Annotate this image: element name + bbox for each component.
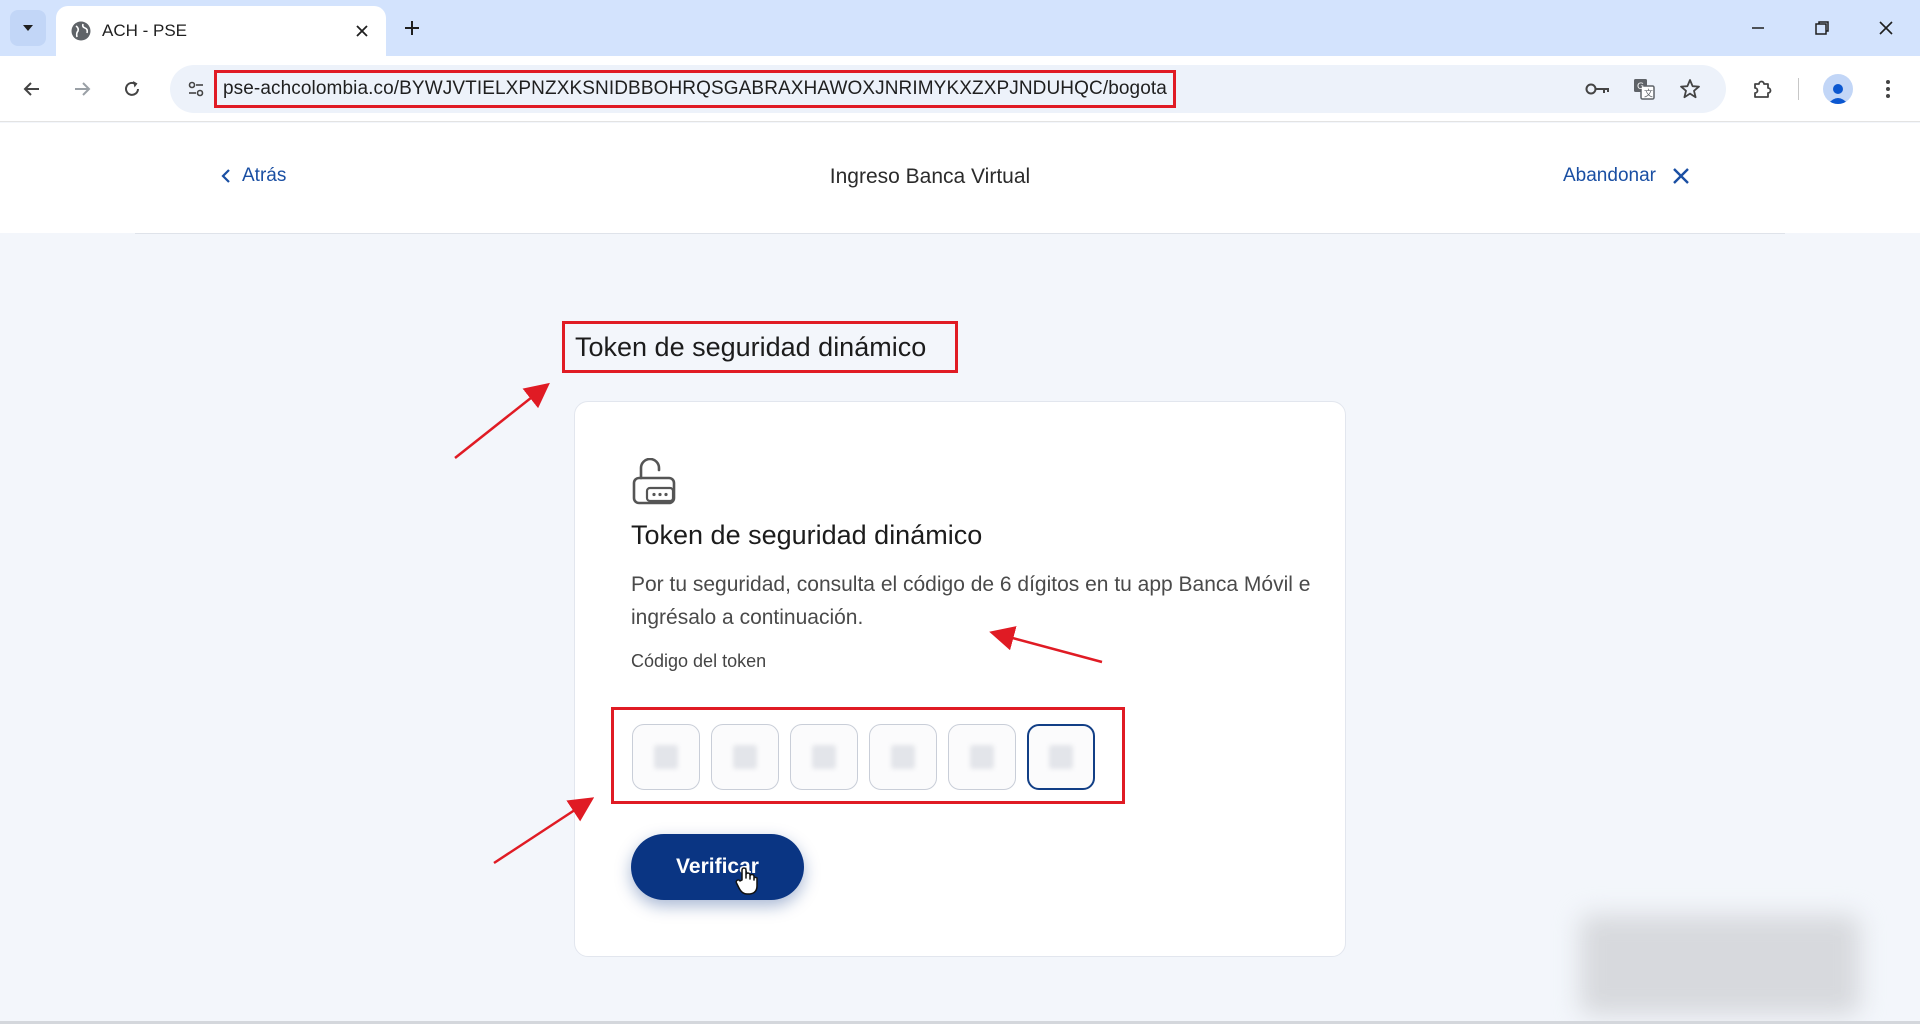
puzzle-icon [1754,80,1772,98]
chevron-down-icon [23,25,33,31]
browser-tab[interactable]: ACH - PSE [56,6,386,56]
reload-button[interactable] [112,69,152,109]
token-digit-6[interactable] [1027,724,1095,790]
tab-strip: ACH - PSE [0,0,1920,56]
browser-toolbar: pse-achcolombia.co/BYWJVTIELXPNZXKSNIDBB… [0,56,1920,122]
hand-cursor-icon [735,867,758,895]
section-title: Token de seguridad dinámico [575,331,927,362]
annotation-arrow-title [454,382,550,459]
plus-icon [405,21,419,35]
browser-menu-button[interactable] [1868,69,1908,109]
token-digit-4[interactable] [869,724,937,790]
tab-close-button[interactable] [348,17,376,45]
translate-button[interactable]: G文 [1628,73,1660,105]
abandon-link[interactable]: Abandonar [1563,165,1690,187]
svg-text:G: G [1637,82,1644,92]
lock-open-icon [632,458,676,505]
svg-text:文: 文 [1644,88,1653,100]
arrow-right-icon [75,82,91,96]
minimize-icon [1752,27,1764,29]
close-window-button[interactable] [1856,8,1916,48]
back-button[interactable] [12,69,52,109]
reload-icon [125,81,139,96]
site-info-button[interactable] [182,75,210,103]
password-manager-button[interactable] [1582,73,1614,105]
close-icon [1879,21,1893,35]
arrow-left-icon [23,82,39,96]
token-digit-group [632,724,1095,790]
token-card: Token de seguridad dinámico Por tu segur… [574,401,1346,957]
key-icon [1585,83,1609,95]
token-input-highlight [611,707,1125,804]
abandon-label: Abandonar [1563,165,1656,186]
url-text[interactable]: pse-achcolombia.co/BYWJVTIELXPNZXKSNIDBB… [223,78,1167,100]
card-title: Token de seguridad dinámico [631,520,983,550]
token-digit-1[interactable] [632,724,700,790]
restore-icon [1815,21,1829,35]
header-divider [135,233,1785,234]
page-header: Atrás Ingreso Banca Virtual Abandonar [0,123,1920,233]
close-icon [356,25,368,37]
restore-button[interactable] [1792,8,1852,48]
token-field-label: Código del token [631,651,767,671]
section-title-highlight: Token de seguridad dinámico [562,321,958,373]
token-digit-2[interactable] [711,724,779,790]
close-icon [1673,168,1689,184]
minimize-button[interactable] [1728,8,1788,48]
star-icon [1680,79,1700,99]
globe-icon [71,21,91,41]
bookmark-button[interactable] [1674,73,1706,105]
kebab-menu-icon [1886,80,1890,98]
redacted-area [1580,915,1860,1015]
tune-icon [188,81,204,97]
verify-button[interactable]: Verificar [631,834,804,900]
token-digit-3[interactable] [790,724,858,790]
url-highlight: pse-achcolombia.co/BYWJVTIELXPNZXKSNIDBB… [214,70,1176,108]
forward-button[interactable] [62,69,102,109]
toolbar-separator [1798,78,1799,100]
card-description: Por tu seguridad, consulta el código de … [631,573,1311,629]
new-tab-button[interactable] [396,12,428,44]
token-digit-5[interactable] [948,724,1016,790]
avatar-icon [1823,74,1853,104]
translate-icon: G文 [1634,79,1655,100]
extensions-button[interactable] [1742,69,1782,109]
profile-button[interactable] [1818,69,1858,109]
address-bar[interactable]: pse-achcolombia.co/BYWJVTIELXPNZXKSNIDBB… [170,65,1726,113]
tab-search-button[interactable] [10,10,46,46]
tab-title: ACH - PSE [102,21,188,40]
